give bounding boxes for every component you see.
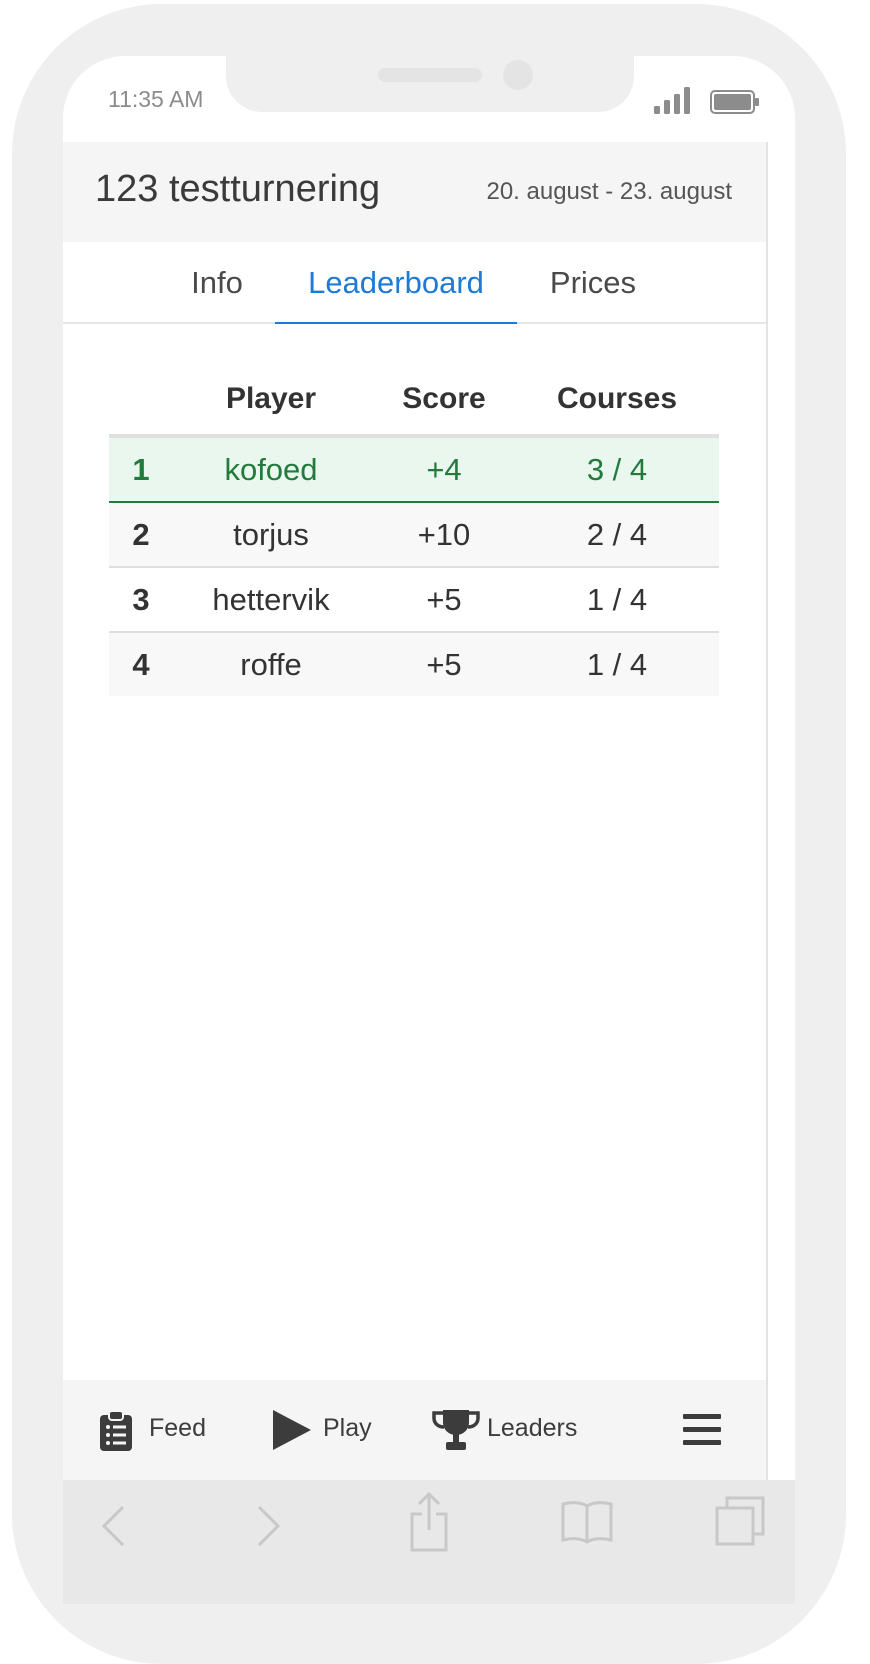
front-camera — [503, 60, 533, 90]
player-cell: kofoed — [224, 452, 318, 487]
column-header-player: Player — [225, 382, 317, 415]
leaderboard-table: Player Score Courses 1 kofoed +4 3 / 4 2… — [109, 374, 719, 696]
table-row[interactable]: 1 kofoed +4 3 / 4 — [109, 438, 719, 503]
nav-leaders-label: Leaders — [487, 1414, 578, 1442]
trophy-icon — [432, 1410, 480, 1450]
table-row[interactable]: 3 hettervik +5 1 / 4 — [109, 568, 719, 633]
nav-leaders-button[interactable]: Leaders — [429, 1380, 609, 1480]
nav-play-button[interactable]: Play — [269, 1380, 409, 1480]
courses-cell: 1 / 4 — [586, 647, 648, 682]
bottom-nav: Feed Play Leaders — [63, 1380, 766, 1480]
column-header-score: Score — [402, 382, 486, 415]
signal-icon — [654, 87, 690, 114]
tab-bar: Info Leaderboard Prices — [63, 242, 766, 324]
back-arrow-icon[interactable] — [99, 1504, 127, 1548]
nav-play-label: Play — [323, 1414, 372, 1442]
bookmarks-icon[interactable] — [561, 1500, 613, 1544]
rank-cell: 2 — [132, 517, 150, 552]
courses-cell: 2 / 4 — [586, 517, 648, 552]
courses-cell: 1 / 4 — [586, 582, 648, 617]
tab-leaderboard[interactable]: Leaderboard — [275, 242, 517, 324]
table-row[interactable]: 2 torjus +10 2 / 4 — [109, 503, 719, 568]
table-row[interactable]: 4 roffe +5 1 / 4 — [109, 633, 719, 696]
score-cell: +5 — [426, 647, 462, 682]
share-icon[interactable] — [409, 1492, 449, 1552]
hamburger-menu-icon — [683, 1414, 721, 1445]
tab-prices[interactable]: Prices — [533, 242, 653, 322]
table-body: 1 kofoed +4 3 / 4 2 torjus +10 2 / 4 3 h… — [109, 438, 719, 696]
clipboard-icon — [100, 1410, 132, 1451]
page-title: 123 testturnering — [95, 168, 381, 210]
tournament-header: 123 testturnering 20. august - 23. augus… — [63, 142, 766, 242]
battery-icon — [710, 90, 759, 114]
browser-toolbar — [63, 1480, 795, 1604]
tournament-dates: 20. august - 23. august — [486, 178, 732, 205]
forward-arrow-icon[interactable] — [255, 1504, 283, 1548]
rank-cell: 1 — [132, 452, 150, 487]
score-cell: +4 — [426, 452, 462, 487]
courses-cell: 3 / 4 — [586, 452, 648, 487]
table-header: Player Score Courses — [109, 374, 719, 438]
column-header-courses: Courses — [556, 382, 678, 415]
tab-info[interactable]: Info — [175, 242, 259, 322]
speaker-grille — [378, 68, 482, 82]
rank-cell: 4 — [132, 647, 150, 682]
app-container: 123 testturnering 20. august - 23. augus… — [63, 142, 768, 1480]
nav-feed-label: Feed — [149, 1414, 206, 1442]
score-cell: +5 — [426, 582, 462, 617]
player-cell: torjus — [233, 517, 309, 552]
play-icon — [273, 1410, 311, 1450]
player-cell: hettervik — [212, 582, 330, 617]
player-cell: roffe — [240, 647, 302, 682]
nav-feed-button[interactable]: Feed — [93, 1380, 253, 1480]
tabs-icon[interactable] — [715, 1496, 765, 1546]
rank-cell: 3 — [132, 582, 150, 617]
score-cell: +10 — [417, 517, 471, 552]
status-time: 11:35 AM — [108, 86, 204, 112]
nav-menu-button[interactable] — [677, 1380, 727, 1480]
